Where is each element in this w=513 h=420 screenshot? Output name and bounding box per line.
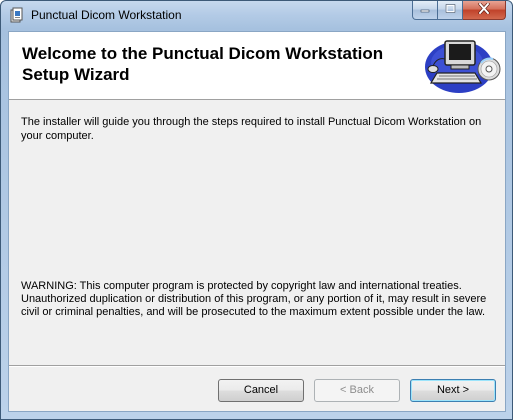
caption-buttons <box>412 1 506 21</box>
minimize-icon <box>420 1 430 19</box>
intro-text: The installer will guide you through the… <box>21 116 482 142</box>
installer-package-icon[interactable] <box>9 7 25 23</box>
maximize-button[interactable] <box>438 1 463 20</box>
close-icon <box>478 1 490 19</box>
next-button[interactable]: Next > <box>410 379 496 402</box>
minimize-button[interactable] <box>412 1 438 20</box>
wizard-client-area: Welcome to the Punctual Dicom Workstatio… <box>8 31 506 412</box>
button-separator <box>9 365 505 367</box>
cancel-button[interactable]: Cancel <box>218 379 304 402</box>
copyright-warning: WARNING: This computer program is protec… <box>21 280 487 318</box>
back-button[interactable]: < Back <box>314 379 400 402</box>
window-title: Punctual Dicom Workstation <box>31 8 182 22</box>
computer-with-cd-icon <box>419 33 503 97</box>
close-button[interactable] <box>463 1 506 20</box>
setup-window: Punctual Dicom Workstation Welcome to th… <box>0 0 513 420</box>
title-bar[interactable]: Punctual Dicom Workstation <box>1 1 512 31</box>
wizard-banner: Welcome to the Punctual Dicom Workstatio… <box>9 32 505 100</box>
maximize-icon <box>445 1 456 19</box>
wizard-heading: Welcome to the Punctual Dicom Workstatio… <box>22 44 384 84</box>
